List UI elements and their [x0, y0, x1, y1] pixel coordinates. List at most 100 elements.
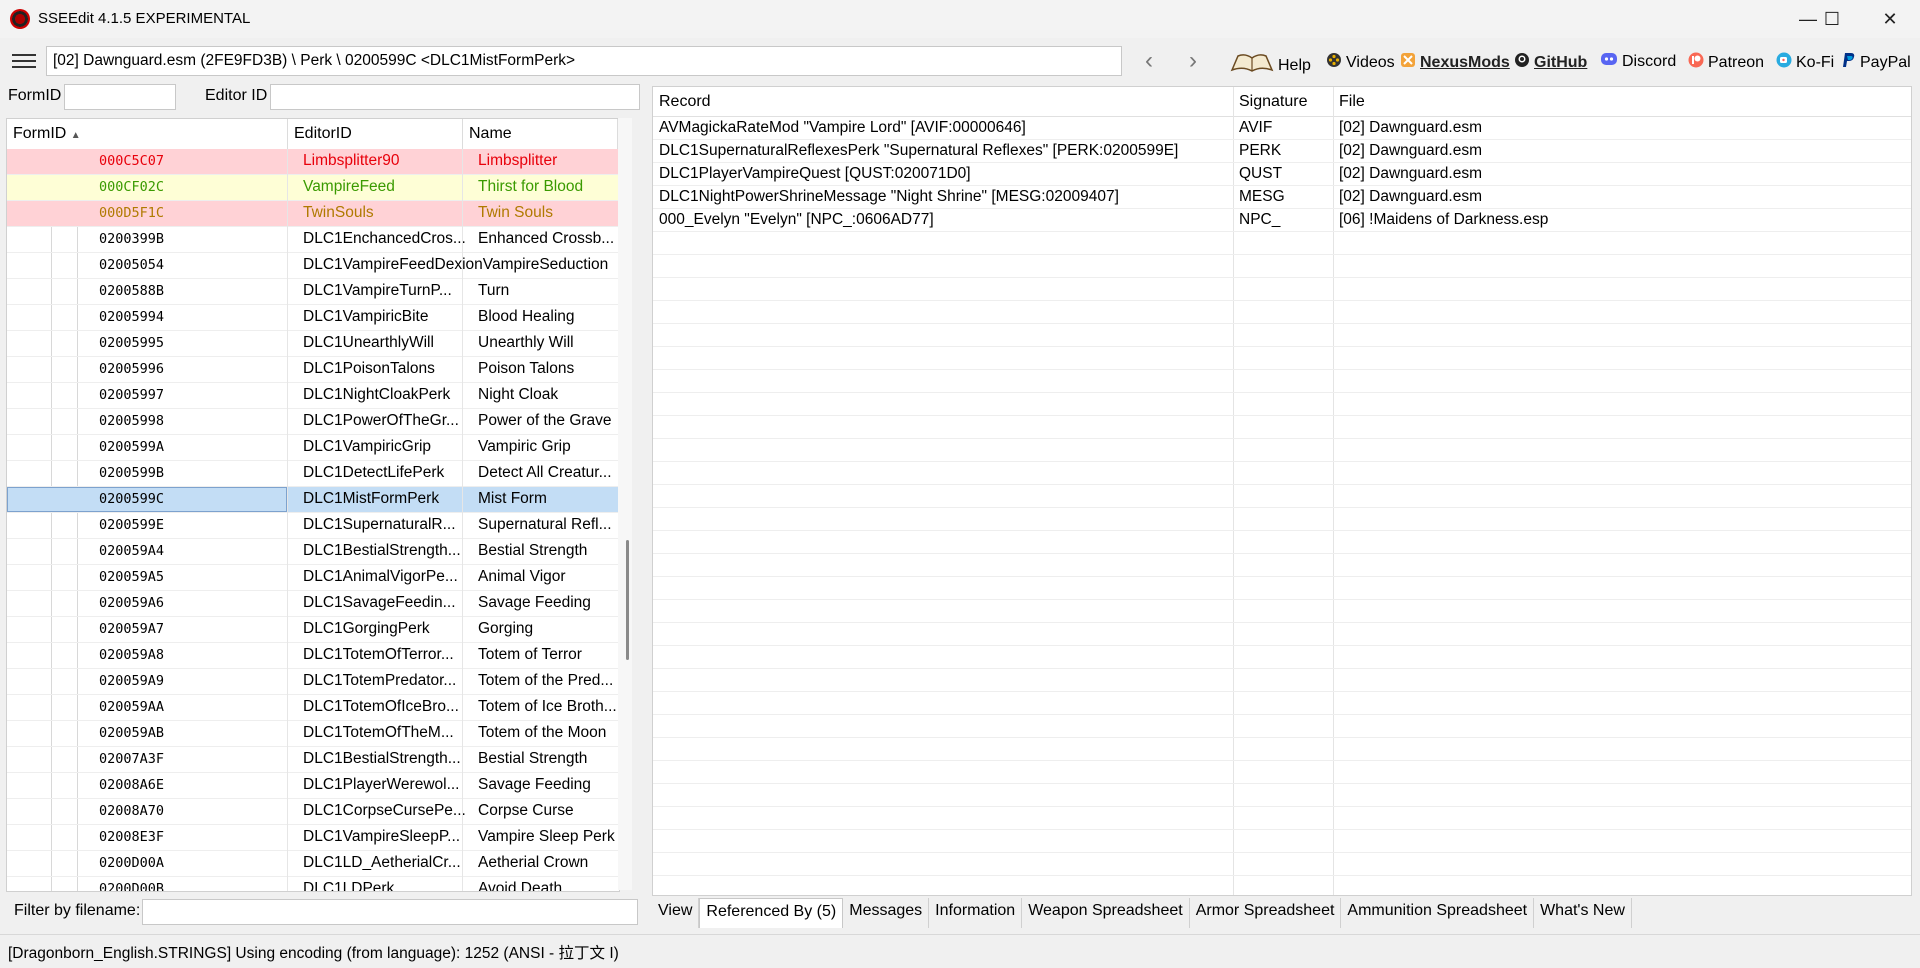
path-field[interactable]: [02] Dawnguard.esm (2FE9FD3B) \ Perk \ 0…	[46, 46, 1122, 76]
reference-row[interactable]: DLC1PlayerVampireQuest [QUST:020071D0] QU…	[653, 163, 1911, 186]
tab-information[interactable]: Information	[929, 898, 1023, 928]
signature-column-header[interactable]: Signature	[1239, 93, 1308, 111]
tree-cell-formid: 02005995	[99, 335, 165, 351]
tree-row[interactable]: 02005054 DLC1VampireFeedDexionVampireSedu…	[7, 253, 619, 279]
tab-referenced-by-5[interactable]: Referenced By (5)	[699, 898, 844, 928]
editorid-column-header[interactable]: EditorID	[294, 125, 352, 143]
tree-row[interactable]: 0200599B DLC1DetectLifePerk Detect All Cre…	[7, 461, 619, 487]
cell-divider	[462, 279, 463, 305]
tree-row[interactable]: 020059A7 DLC1GorgingPerk Gorging	[7, 617, 619, 643]
tab-ammunition-spreadsheet[interactable]: Ammunition Spreadsheet	[1341, 898, 1535, 928]
empty-row	[653, 577, 1911, 600]
paypal-link[interactable]: PayPal	[1842, 52, 1911, 73]
tree-cell-editorid: DLC1UnearthlyWill	[303, 334, 434, 351]
tree-row[interactable]: 0200599E DLC1SupernaturalR... Supernatural…	[7, 513, 619, 539]
record-tree-grid[interactable]: FormID ▲ EditorID Name 000C5C07 Limbsplit…	[6, 118, 620, 892]
tab-weapon-spreadsheet[interactable]: Weapon Spreadsheet	[1022, 898, 1190, 928]
empty-row	[653, 255, 1911, 278]
editorid-filter-input[interactable]	[270, 84, 640, 110]
menu-icon[interactable]	[12, 54, 36, 70]
discord-icon	[1600, 52, 1618, 71]
reference-row[interactable]: AVMagickaRateMod "Vampire Lord" [AVIF:00…	[653, 117, 1911, 140]
tree-row[interactable]: 020059A4 DLC1BestialStrength... Bestial St…	[7, 539, 619, 565]
tree-row[interactable]: 0200599C DLC1MistFormPerk Mist Form	[7, 487, 619, 513]
tree-row[interactable]: 000D5F1C TwinSouls Twin Souls	[7, 201, 619, 227]
tab-view[interactable]: View	[652, 898, 700, 928]
column-divider[interactable]	[462, 119, 463, 149]
reference-row[interactable]: DLC1NightPowerShrineMessage "Night Shrin…	[653, 186, 1911, 209]
reference-row[interactable]: 000_Evelyn "Evelyn" [NPC_:0606AD77] NPC_ […	[653, 209, 1911, 232]
tree-cell-formid: 02008A6E	[99, 777, 165, 793]
tab-what-s-new[interactable]: What's New	[1534, 898, 1632, 928]
tree-scrollbar-thumb[interactable]	[626, 540, 629, 660]
tree-row[interactable]: 020059AA DLC1TotemOfIceBro... Totem of Ice…	[7, 695, 619, 721]
nexusmods-link[interactable]: NexusMods	[1400, 52, 1510, 73]
tree-row[interactable]: 020059AB DLC1TotemOfTheM... Totem of the M…	[7, 721, 619, 747]
name-column-header[interactable]: Name	[469, 125, 512, 143]
column-divider[interactable]	[287, 119, 288, 149]
tree-row[interactable]: 02005998 DLC1PowerOfTheGr... Power of the …	[7, 409, 619, 435]
empty-row	[653, 853, 1911, 876]
tree-row[interactable]: 02005997 DLC1NightCloakPerk Night Cloak	[7, 383, 619, 409]
back-arrow-icon[interactable]: ‹	[1134, 48, 1164, 76]
tab-messages[interactable]: Messages	[843, 898, 930, 928]
tree-row[interactable]: 02008A6E DLC1PlayerWerewol... Savage Feedi…	[7, 773, 619, 799]
tree-row[interactable]: 02005996 DLC1PoisonTalons Poison Talons	[7, 357, 619, 383]
kofi-link[interactable]: Ko-Fi	[1776, 52, 1834, 73]
tree-row[interactable]: 02005994 DLC1VampiricBite Blood Healing	[7, 305, 619, 331]
filename-filter-input[interactable]	[142, 899, 638, 925]
patreon-icon	[1688, 52, 1704, 73]
maximize-button[interactable]: ☐	[1804, 0, 1860, 38]
tree-row[interactable]: 0200D00B DLC1LDPerk... Avoid Death	[7, 877, 619, 891]
tree-row[interactable]: 020059A9 DLC1TotemPredator... Totem of the…	[7, 669, 619, 695]
tree-cell-editorid: DLC1BestialStrength...	[303, 750, 461, 767]
tree-header: FormID ▲ EditorID Name	[7, 119, 619, 150]
tree-cell-formid: 020059A6	[99, 595, 165, 611]
tree-row[interactable]: 02008E3F DLC1VampireSleepP... Vampire Slee…	[7, 825, 619, 851]
formid-filter-input[interactable]	[64, 84, 176, 110]
reference-row[interactable]: DLC1SupernaturalReflexesPerk "Supernatur…	[653, 140, 1911, 163]
tree-row[interactable]: 020059A5 DLC1AnimalVigorPe... Animal Vigor	[7, 565, 619, 591]
tree-row[interactable]: 020059A8 DLC1TotemOfTerror... Totem of Ter…	[7, 643, 619, 669]
record-column-header[interactable]: Record	[659, 93, 711, 111]
tree-row[interactable]: 0200599A DLC1VampiricGrip Vampiric Grip	[7, 435, 619, 461]
tree-row[interactable]: 000C5C07 Limbsplitter90 Limbsplitter	[7, 149, 619, 175]
tree-row[interactable]: 0200399B DLC1EnchancedCros... Enhanced Cro…	[7, 227, 619, 253]
tree-cell-editorid: DLC1NightCloakPerk	[303, 386, 451, 403]
help-link[interactable]: Help	[1230, 52, 1311, 79]
cell-divider	[287, 227, 288, 253]
tree-cell-name: Unearthly Will	[478, 334, 574, 351]
tab-armor-spreadsheet[interactable]: Armor Spreadsheet	[1190, 898, 1342, 928]
tree-cell-editorid: DLC1GorgingPerk	[303, 620, 430, 637]
tree-row[interactable]: 0200D00A DLC1LD_AetherialCr... Aetherial C…	[7, 851, 619, 877]
tree-cell-name: Detect All Creatur...	[478, 464, 612, 481]
tree-row[interactable]: 02008A70 DLC1CorpseCursePe... Corpse Curse	[7, 799, 619, 825]
app-icon	[10, 9, 30, 29]
close-button[interactable]: ✕	[1862, 0, 1918, 38]
reference-cell-file: [02] Dawnguard.esm	[1339, 142, 1483, 159]
cell-divider	[287, 175, 288, 201]
patreon-link[interactable]: Patreon	[1688, 52, 1764, 73]
empty-row	[653, 554, 1911, 577]
cell-divider	[287, 617, 288, 643]
cell-divider	[462, 487, 463, 513]
tree-row[interactable]: 02007A3F DLC1BestialStrength... Bestial St…	[7, 747, 619, 773]
file-column-header[interactable]: File	[1339, 93, 1365, 111]
tree-row[interactable]: 02005995 DLC1UnearthlyWill Unearthly Will	[7, 331, 619, 357]
forward-arrow-icon[interactable]: ›	[1178, 48, 1208, 76]
references-grid[interactable]: Record Signature File AVMagickaRateMod "…	[652, 86, 1912, 896]
tree-cell-name: Aetherial Crown	[478, 854, 589, 871]
tree-cell-name: Totem of Ice Broth...	[478, 698, 617, 715]
discord-link[interactable]: Discord	[1600, 52, 1676, 71]
tree-row[interactable]: 000CF02C VampireFeed Thirst for Blood	[7, 175, 619, 201]
github-icon	[1514, 52, 1530, 73]
tree-row[interactable]: 020059A6 DLC1SavageFeedin... Savage Feedin…	[7, 591, 619, 617]
formid-column-header[interactable]: FormID ▲	[13, 125, 81, 143]
github-link[interactable]: GitHub	[1514, 52, 1587, 73]
empty-row	[653, 830, 1911, 853]
tree-cell-name: Bestial Strength	[478, 542, 588, 559]
tree-row[interactable]: 0200588B DLC1VampireTurnP... Turn	[7, 279, 619, 305]
tree-cell-editorid: DLC1PlayerWerewol...	[303, 776, 460, 793]
tree-scrollbar[interactable]	[618, 118, 632, 890]
videos-link[interactable]: Videos	[1326, 52, 1395, 73]
